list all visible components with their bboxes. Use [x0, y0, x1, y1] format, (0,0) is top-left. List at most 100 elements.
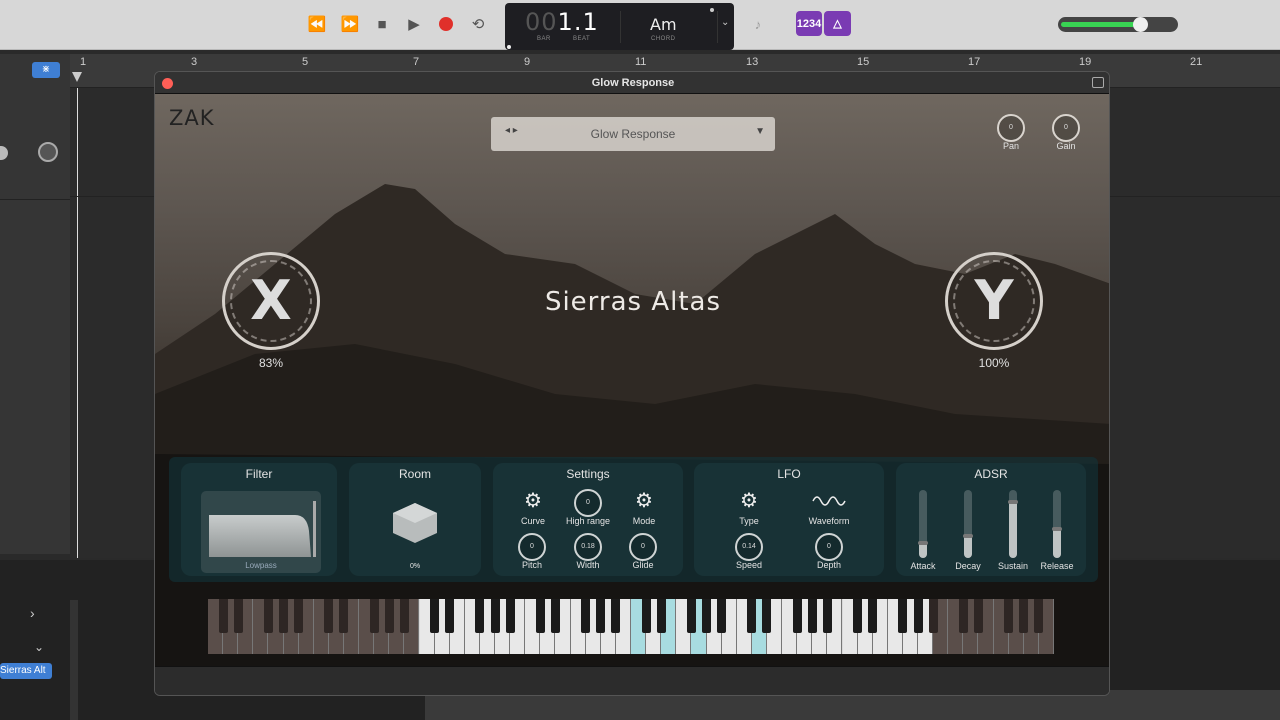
- width-knob[interactable]: 0.18: [574, 533, 602, 561]
- black-key[interactable]: [475, 599, 485, 633]
- black-key[interactable]: [430, 599, 440, 633]
- black-key[interactable]: [656, 599, 666, 633]
- expand-icon[interactable]: [1092, 77, 1104, 88]
- close-button[interactable]: [162, 78, 173, 89]
- high-range-knob[interactable]: 0: [574, 489, 602, 517]
- black-key[interactable]: [596, 599, 606, 633]
- release-handle[interactable]: [1052, 527, 1062, 531]
- black-key[interactable]: [928, 599, 938, 633]
- lfo-title: LFO: [777, 467, 801, 481]
- track-pan-knob[interactable]: [38, 142, 58, 162]
- black-key[interactable]: [1034, 599, 1044, 633]
- tuner-icon[interactable]: ♪: [746, 12, 770, 36]
- metronome-icon: △: [833, 18, 842, 30]
- record-button[interactable]: [434, 12, 458, 36]
- black-key[interactable]: [868, 599, 878, 633]
- count-in-button[interactable]: 1234: [796, 11, 822, 36]
- black-key[interactable]: [822, 599, 832, 633]
- black-key[interactable]: [294, 599, 304, 633]
- chevron-down-icon[interactable]: ⌄: [34, 640, 44, 654]
- lcd-display[interactable]: 001.1 BAR BEAT Am CHORD ⌄: [505, 3, 734, 50]
- black-key[interactable]: [324, 599, 334, 633]
- sine-wave-icon[interactable]: [812, 493, 846, 509]
- playhead-handle[interactable]: [72, 72, 82, 82]
- black-key[interactable]: [717, 599, 727, 633]
- ruler-tick: 19: [1079, 56, 1092, 68]
- filter-resonance-bar[interactable]: [313, 501, 316, 557]
- black-key[interactable]: [581, 599, 591, 633]
- instrument-artwork: ZAK ◂ ▸ Glow Response ▼ 0 Pan 0 Gain X 8…: [155, 94, 1109, 674]
- stop-button[interactable]: ■: [370, 12, 394, 36]
- play-button[interactable]: ▶: [402, 12, 426, 36]
- record-icon: [439, 17, 453, 31]
- black-key[interactable]: [641, 599, 651, 633]
- black-key[interactable]: [762, 599, 772, 633]
- decay-handle[interactable]: [963, 534, 973, 538]
- black-key[interactable]: [445, 599, 455, 633]
- gain-label: Gain: [1056, 141, 1076, 151]
- volume-handle[interactable]: [1133, 17, 1148, 32]
- black-key[interactable]: [550, 599, 560, 633]
- fast-forward-button[interactable]: ⏩: [338, 12, 362, 36]
- dropdown-arrow-icon[interactable]: ▼: [755, 126, 765, 137]
- mode-gear-icon[interactable]: ⚙: [632, 489, 656, 513]
- track-volume-handle[interactable]: [0, 146, 8, 160]
- black-key[interactable]: [792, 599, 802, 633]
- glide-knob[interactable]: 0: [629, 533, 657, 561]
- black-key[interactable]: [535, 599, 545, 633]
- black-key[interactable]: [1004, 599, 1014, 633]
- cycle-button[interactable]: ⟲: [466, 12, 490, 36]
- black-key[interactable]: [611, 599, 621, 633]
- black-key[interactable]: [702, 599, 712, 633]
- release-slider[interactable]: [1052, 490, 1062, 558]
- curve-gear-icon[interactable]: ⚙: [521, 489, 545, 513]
- black-key[interactable]: [1019, 599, 1029, 633]
- attack-slider[interactable]: [918, 490, 928, 558]
- black-key[interactable]: [218, 599, 228, 633]
- room-cube-icon[interactable]: [391, 501, 439, 545]
- black-key[interactable]: [747, 599, 757, 633]
- black-key[interactable]: [279, 599, 289, 633]
- black-key[interactable]: [958, 599, 968, 633]
- black-key[interactable]: [399, 599, 409, 633]
- chevron-down-icon[interactable]: ⌄: [721, 17, 729, 28]
- black-key[interactable]: [384, 599, 394, 633]
- y-knob-value: 100%: [978, 356, 1010, 370]
- black-key[interactable]: [913, 599, 923, 633]
- black-key[interactable]: [490, 599, 500, 633]
- black-key[interactable]: [233, 599, 243, 633]
- region-label[interactable]: Sierras Alt: [0, 663, 52, 679]
- window-titlebar[interactable]: Glow Response: [155, 72, 1109, 94]
- rewind-button[interactable]: ⏪: [305, 12, 329, 36]
- sustain-slider[interactable]: [1008, 490, 1018, 558]
- filter-display[interactable]: Lowpass: [201, 491, 321, 573]
- pan-knob[interactable]: 0: [997, 114, 1025, 142]
- gain-knob[interactable]: 0: [1052, 114, 1080, 142]
- position-dim: 00: [525, 8, 558, 36]
- black-key[interactable]: [505, 599, 515, 633]
- master-volume-slider[interactable]: [1058, 17, 1178, 32]
- chevron-right-icon[interactable]: ›: [30, 605, 35, 621]
- smart-controls-icon[interactable]: ⋇: [32, 62, 60, 78]
- black-key[interactable]: [339, 599, 349, 633]
- black-key[interactable]: [898, 599, 908, 633]
- metronome-button[interactable]: △: [824, 11, 851, 36]
- depth-knob[interactable]: 0: [815, 533, 843, 561]
- position-value: 1.1: [557, 8, 599, 36]
- black-key[interactable]: [263, 599, 273, 633]
- piano-keyboard[interactable]: [208, 599, 1054, 654]
- speed-knob[interactable]: 0.14: [735, 533, 763, 561]
- black-key[interactable]: [807, 599, 817, 633]
- filter-type: Lowpass: [245, 561, 277, 570]
- black-key[interactable]: [686, 599, 696, 633]
- sustain-handle[interactable]: [1008, 500, 1018, 504]
- black-key[interactable]: [369, 599, 379, 633]
- lcd-separator: [717, 11, 718, 43]
- pitch-knob[interactable]: 0: [518, 533, 546, 561]
- preset-selector[interactable]: ◂ ▸ Glow Response ▼: [491, 117, 775, 151]
- lfo-type-gear-icon[interactable]: ⚙: [737, 489, 761, 513]
- black-key[interactable]: [973, 599, 983, 633]
- black-key[interactable]: [853, 599, 863, 633]
- attack-handle[interactable]: [918, 541, 928, 545]
- decay-slider[interactable]: [963, 490, 973, 558]
